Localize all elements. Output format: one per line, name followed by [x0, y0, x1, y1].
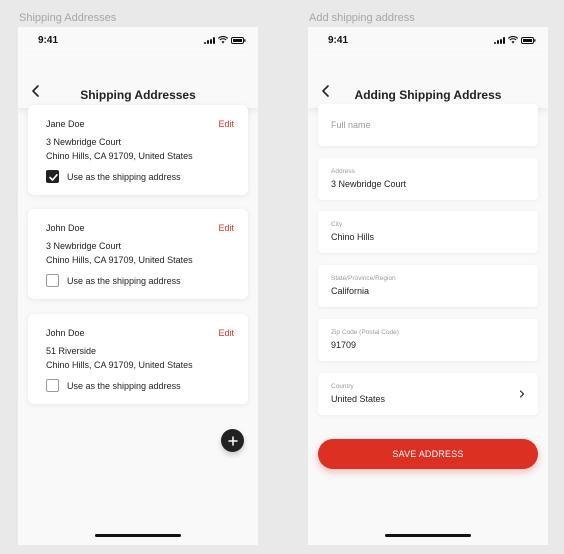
wifi-icon — [218, 36, 228, 44]
top-nav-bar: Adding Shipping Address — [308, 53, 548, 108]
address-card: John Doe Edit 3 Newbridge Court Chino Hi… — [28, 209, 248, 299]
address-line-2: Chino Hills, CA 91709, United States — [46, 255, 193, 265]
address-line-1: 51 Riverside — [46, 346, 97, 356]
address-line-2: Chino Hills, CA 91709, United States — [46, 151, 193, 161]
use-as-shipping-checkbox[interactable]: Use as the shipping address — [46, 274, 181, 287]
use-as-shipping-checkbox[interactable]: Use as the shipping address — [46, 170, 181, 183]
plus-icon — [227, 435, 238, 446]
state-field[interactable]: State/Province/Region California — [318, 265, 538, 307]
top-nav-bar: Shipping Addresses — [18, 53, 258, 108]
city-value: Chino Hills — [331, 232, 375, 242]
status-bar: 9:41 — [308, 27, 548, 53]
address-value: 3 Newbridge Court — [331, 179, 407, 189]
full-name-placeholder: Full name — [331, 120, 371, 130]
wifi-icon — [508, 36, 518, 44]
city-field[interactable]: City Chino Hills — [318, 211, 538, 253]
add-address-button[interactable] — [221, 429, 244, 452]
battery-icon — [521, 36, 536, 44]
chevron-right-icon — [519, 390, 525, 398]
shipping-addresses-screen: 9:41 Shipping Addresses Jane Doe Edit 3 … — [18, 27, 258, 545]
country-selector[interactable]: Country United States — [318, 373, 538, 415]
country-value: United States — [331, 394, 386, 404]
status-time: 9:41 — [38, 35, 59, 46]
edit-address-link[interactable]: Edit — [218, 119, 234, 129]
address-card: Jane Doe Edit 3 Newbridge Court Chino Hi… — [28, 105, 248, 195]
status-time: 9:41 — [328, 35, 349, 46]
checkbox-unchecked-icon[interactable] — [46, 379, 59, 392]
address-line-1: 3 Newbridge Court — [46, 241, 122, 251]
use-as-shipping-checkbox[interactable]: Use as the shipping address — [46, 379, 181, 392]
zip-code-value: 91709 — [331, 340, 357, 350]
page-title: Adding Shipping Address — [354, 88, 502, 102]
page-title: Shipping Addresses — [80, 88, 196, 102]
home-indicator — [385, 534, 471, 537]
battery-icon — [231, 36, 246, 44]
checkbox-unchecked-icon[interactable] — [46, 274, 59, 287]
address-line-2: Chino Hills, CA 91709, United States — [46, 360, 193, 370]
full-name-field[interactable]: Full name — [318, 104, 538, 146]
status-bar: 9:41 — [18, 27, 258, 53]
home-indicator — [95, 534, 181, 537]
edit-address-link[interactable]: Edit — [218, 223, 234, 233]
address-field[interactable]: Address 3 Newbridge Court — [318, 158, 538, 200]
city-label: City — [331, 221, 343, 228]
signal-icon — [204, 36, 215, 44]
country-label: Country — [331, 383, 354, 390]
checkbox-label: Use as the shipping address — [67, 275, 181, 286]
add-shipping-address-screen: 9:41 Adding Shipping Address Full name A… — [308, 27, 548, 545]
address-name: John Doe — [46, 223, 85, 233]
state-label: State/Province/Region — [331, 275, 396, 282]
address-name: John Doe — [46, 328, 85, 338]
edit-address-link[interactable]: Edit — [218, 328, 234, 338]
checkbox-label: Use as the shipping address — [67, 171, 181, 182]
frame-label-add-shipping-address: Add shipping address — [309, 12, 415, 24]
address-line-1: 3 Newbridge Court — [46, 137, 122, 147]
frame-label-shipping-addresses: Shipping Addresses — [19, 12, 117, 24]
checkbox-label: Use as the shipping address — [67, 380, 181, 391]
address-card: John Doe Edit 51 Riverside Chino Hills, … — [28, 314, 248, 404]
save-address-button[interactable]: SAVE ADDRESS — [318, 439, 538, 469]
zip-code-label: Zip Code (Postal Code) — [331, 329, 399, 336]
zip-code-field[interactable]: Zip Code (Postal Code) 91709 — [318, 319, 538, 361]
state-value: California — [331, 286, 370, 296]
checkbox-checked-icon[interactable] — [46, 170, 59, 183]
address-label: Address — [331, 168, 355, 175]
address-name: Jane Doe — [46, 119, 85, 129]
signal-icon — [494, 36, 505, 44]
